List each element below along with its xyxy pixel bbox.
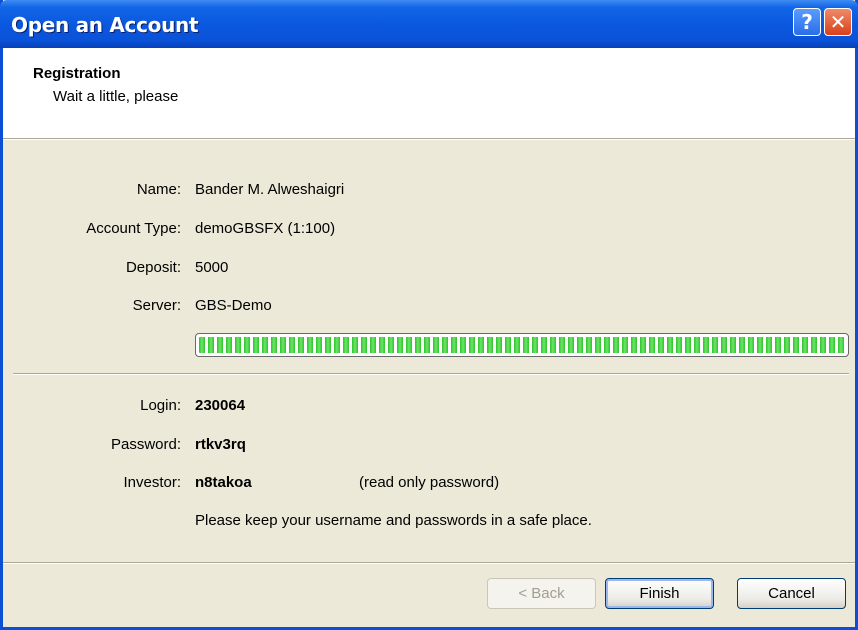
password-label: Password: xyxy=(110,436,181,453)
password-value: rtkv3rq xyxy=(195,436,246,453)
safety-note: Please keep your username and passwords … xyxy=(195,512,592,529)
deposit-value: 5000 xyxy=(195,259,229,276)
window-title: Open an Account xyxy=(11,13,199,37)
header-divider xyxy=(3,139,855,140)
help-icon: ? xyxy=(801,10,813,34)
back-button[interactable]: < Back xyxy=(487,578,596,609)
investor-label: Investor: xyxy=(123,474,181,491)
server-value: GBS-Demo xyxy=(195,297,272,314)
login-label: Login: xyxy=(140,397,181,414)
investor-value: n8takoa xyxy=(195,474,252,491)
wizard-header: Registration Wait a little, please xyxy=(3,48,855,139)
server-label: Server: xyxy=(132,297,181,314)
registration-progress-bar xyxy=(195,333,849,357)
progress-fill xyxy=(199,337,845,353)
page-subtitle: Wait a little, please xyxy=(53,88,179,105)
name-label: Name: xyxy=(136,181,181,198)
account-type-value: demoGBSFX (1:100) xyxy=(195,220,336,237)
help-button[interactable]: ? xyxy=(793,8,821,36)
login-value: 230064 xyxy=(195,397,246,414)
title-bar[interactable]: Open an Account ? ✕ xyxy=(0,0,858,48)
account-type-label: Account Type: xyxy=(86,220,181,237)
open-account-dialog: Open an Account ? ✕ Registration Wait a … xyxy=(0,0,858,630)
page-title: Registration xyxy=(33,65,121,82)
deposit-label: Deposit: xyxy=(125,259,181,276)
close-icon: ✕ xyxy=(829,10,847,34)
close-button[interactable]: ✕ xyxy=(824,8,852,36)
investor-note: (read only password) xyxy=(359,474,500,491)
finish-button[interactable]: Finish xyxy=(605,578,714,609)
cancel-button[interactable]: Cancel xyxy=(737,578,846,609)
name-value: Bander M. Alweshaigri xyxy=(195,181,345,198)
